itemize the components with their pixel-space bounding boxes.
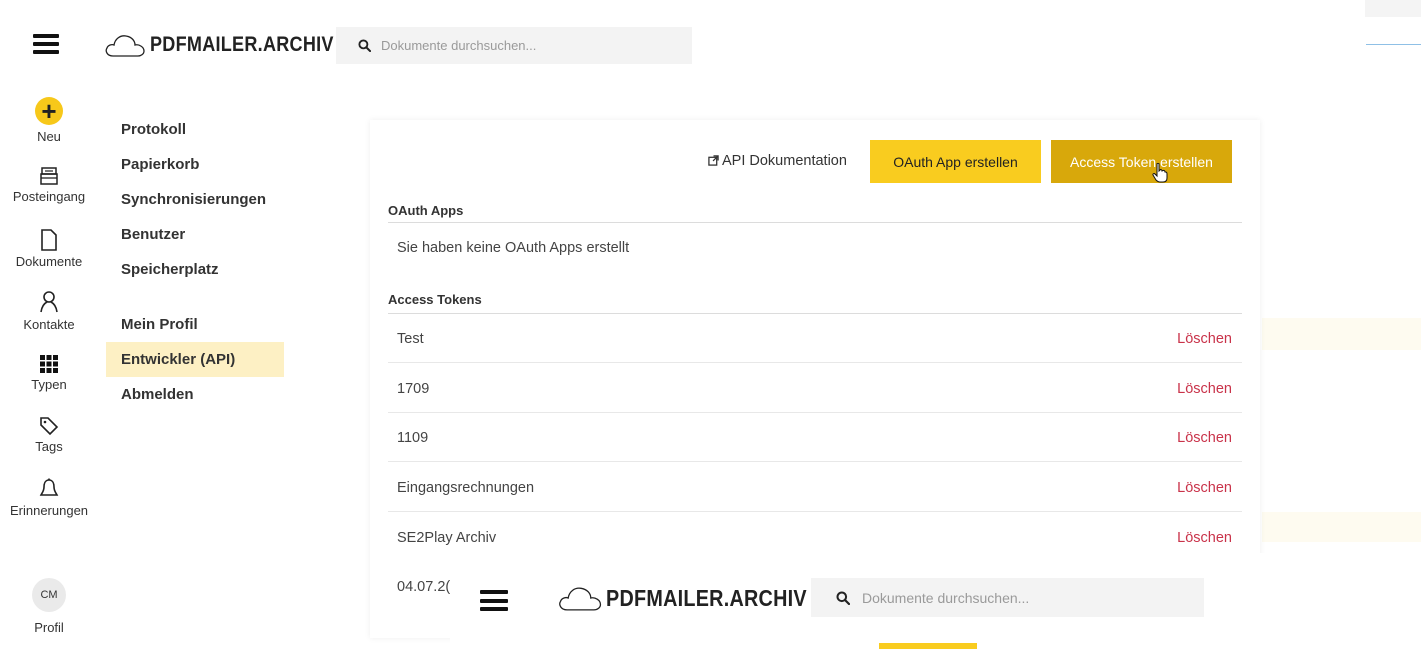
delete-token-button[interactable]: Löschen — [1177, 331, 1232, 347]
rail-new-button[interactable]: + Neu — [0, 97, 98, 144]
delete-token-button[interactable]: Löschen — [1177, 480, 1232, 496]
search-placeholder: Dokumente durchsuchen... — [862, 589, 1030, 606]
hamburger-line — [33, 42, 59, 46]
rail-reminders-label: Erinnerungen — [9, 503, 89, 518]
bell-icon — [39, 478, 59, 496]
table-row: Test Löschen — [388, 314, 1242, 363]
create-access-token-label: Access Token erstellen — [1070, 153, 1213, 170]
rail-tags-label: Tags — [35, 439, 63, 454]
search-input[interactable]: Dokumente durchsuchen... — [811, 578, 1204, 617]
hand-cursor-icon — [1152, 163, 1168, 183]
transition-band — [1366, 44, 1421, 45]
cloud-icon — [559, 587, 602, 611]
token-name: Eingangsrechnungen — [397, 480, 535, 496]
create-oauth-app-button[interactable]: OAuth App erstellen — [870, 140, 1041, 183]
hamburger-line — [480, 590, 508, 594]
section-divider — [388, 222, 1242, 223]
menu-item-label: Speicherplatz — [121, 261, 219, 278]
token-name: Test — [397, 331, 424, 347]
search-icon — [358, 39, 371, 52]
oauth-apps-section-title: OAuth Apps — [388, 203, 464, 218]
menu-item-label: Abmelden — [121, 386, 194, 403]
table-row: Eingangsrechnungen Löschen — [388, 463, 1242, 512]
rail-contacts-label: Kontakte — [23, 317, 75, 332]
rail-profile-label: Profil — [34, 620, 64, 635]
tag-icon — [40, 417, 59, 436]
token-name: SE2Play Archiv — [397, 530, 497, 546]
rail-item-profile[interactable]: CM Profil — [0, 578, 98, 635]
cloud-icon — [105, 35, 145, 57]
contact-icon — [40, 291, 58, 313]
menu-item-label: Mein Profil — [121, 316, 198, 333]
delete-token-button[interactable]: Löschen — [1177, 430, 1232, 446]
search-icon — [836, 591, 850, 605]
token-name: 1109 — [397, 430, 429, 446]
logo-text: PDFMAILER.ARCHIV — [606, 584, 807, 611]
menu-toggle-button[interactable] — [33, 34, 59, 54]
menu-item-abmelden[interactable]: Abmelden — [106, 377, 284, 412]
menu-item-mein-profil[interactable]: Mein Profil — [106, 307, 284, 342]
menu-item-protokoll[interactable]: Protokoll — [106, 112, 284, 147]
app-header: PDFMAILER.ARCHIV Dokumente durchsuchen..… — [0, 0, 1365, 95]
oauth-apps-empty-text: Sie haben keine OAuth Apps erstellt — [397, 240, 630, 256]
rail-item-types[interactable]: Typen — [0, 354, 98, 392]
rail-item-tags[interactable]: Tags — [0, 416, 98, 454]
transition-band — [1262, 318, 1421, 350]
menu-item-entwickler-api[interactable]: Entwickler (API) — [106, 342, 284, 377]
rail-item-reminders[interactable]: Erinnerungen — [0, 478, 120, 518]
rail-item-inbox[interactable]: Posteingang — [0, 166, 98, 204]
external-link-icon — [708, 155, 719, 166]
delete-token-button[interactable]: Löschen — [1177, 530, 1232, 546]
access-tokens-section-title: Access Tokens — [388, 292, 482, 307]
menu-item-label: Synchronisierungen — [121, 191, 267, 208]
menu-toggle-button[interactable] — [480, 590, 508, 611]
menu-item-label: Benutzer — [121, 226, 186, 243]
hamburger-line — [480, 598, 508, 603]
yellow-button-edge — [879, 643, 977, 649]
token-name: 1709 — [397, 381, 430, 397]
document-icon — [41, 229, 57, 251]
hamburger-line — [33, 50, 59, 54]
plus-icon: + — [35, 97, 63, 125]
menu-item-speicherplatz[interactable]: Speicherplatz — [106, 252, 284, 287]
menu-item-label: Protokoll — [121, 121, 187, 138]
transition-band — [1262, 512, 1421, 542]
grid-icon — [40, 355, 58, 373]
hamburger-line — [480, 607, 508, 611]
api-documentation-link[interactable]: API Dokumentation — [708, 153, 847, 169]
inbox-icon — [40, 167, 58, 185]
app-logo[interactable]: PDFMAILER.ARCHIV — [557, 584, 840, 612]
menu-item-label: Papierkorb — [121, 156, 200, 173]
create-oauth-app-label: OAuth App erstellen — [893, 153, 1018, 170]
rail-item-contacts[interactable]: Kontakte — [0, 290, 98, 332]
rail-documents-label: Dokumente — [15, 254, 83, 269]
rail-inbox-label: Posteingang — [12, 189, 86, 204]
rail-new-label: Neu — [37, 129, 61, 144]
delete-token-button[interactable]: Löschen — [1177, 381, 1232, 397]
api-documentation-label: API Dokumentation — [722, 153, 847, 169]
menu-item-label: Entwickler (API) — [121, 351, 236, 368]
menu-item-benutzer[interactable]: Benutzer — [106, 217, 284, 252]
hamburger-line — [33, 34, 59, 38]
menu-item-synchronisierungen[interactable]: Synchronisierungen — [106, 182, 284, 217]
token-name: 04.07.2( — [397, 579, 451, 595]
rail-types-label: Typen — [31, 377, 67, 392]
app-logo[interactable]: PDFMAILER.ARCHIV — [104, 32, 364, 58]
logo-text: PDFMAILER.ARCHIV — [150, 33, 334, 56]
transition-overlay-header: PDFMAILER.ARCHIV Dokumente durchsuchen..… — [450, 553, 1421, 649]
table-row: 1109 Löschen — [388, 413, 1242, 462]
search-input[interactable]: Dokumente durchsuchen... — [336, 27, 692, 64]
avatar: CM — [32, 578, 66, 612]
rail-item-documents[interactable]: Dokumente — [0, 229, 98, 269]
search-placeholder: Dokumente durchsuchen... — [381, 38, 537, 53]
menu-item-papierkorb[interactable]: Papierkorb — [106, 147, 284, 182]
create-access-token-button[interactable]: Access Token erstellen — [1051, 140, 1232, 183]
table-row: 1709 Löschen — [388, 364, 1242, 413]
